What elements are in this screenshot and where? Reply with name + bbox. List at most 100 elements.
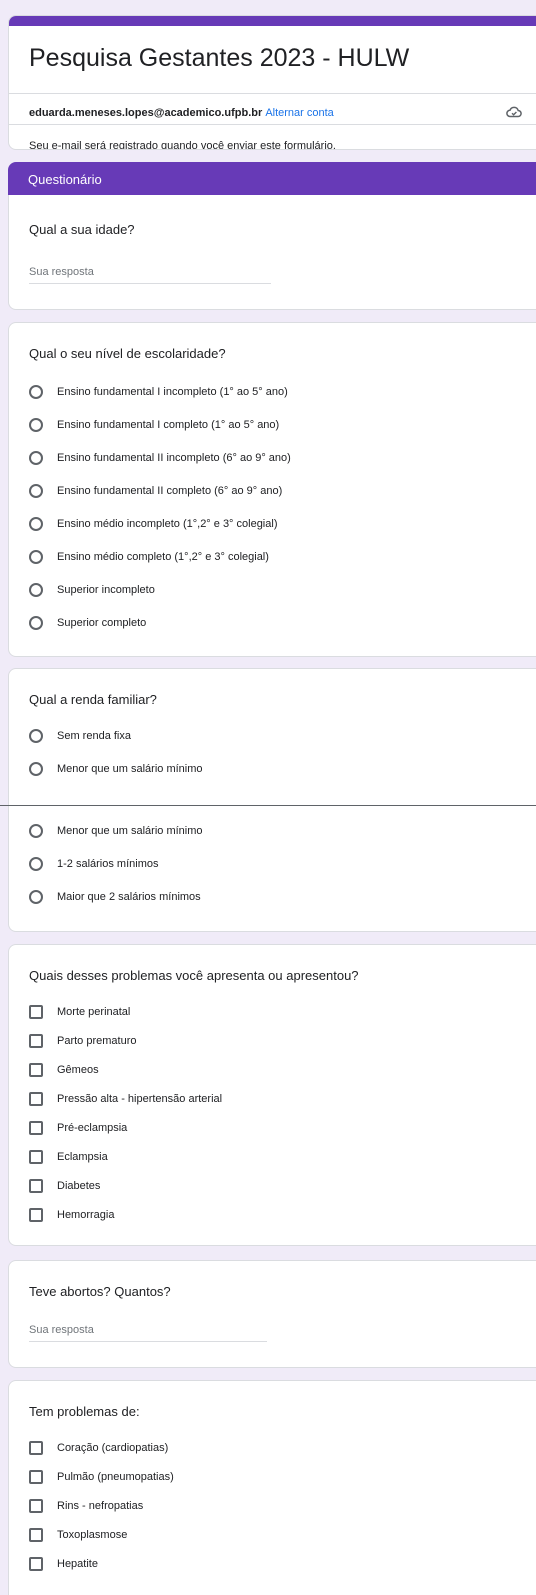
checkbox-option[interactable]: Diabetes — [29, 1177, 100, 1195]
option-label: Maior que 2 salários mínimos — [57, 891, 201, 903]
radio-option[interactable]: 1-2 salários mínimos — [29, 855, 158, 873]
option-label: Ensino médio incompleto (1°,2° e 3° cole… — [57, 518, 278, 530]
checkbox-icon[interactable] — [29, 1208, 43, 1222]
option-label: Menor que um salário mínimo — [57, 763, 203, 775]
checkbox-icon[interactable] — [29, 1150, 43, 1164]
radio-option[interactable]: Ensino fundamental II completo (6° ao 9°… — [29, 482, 282, 500]
radio-circle-icon[interactable] — [29, 550, 43, 564]
option-label: Hepatite — [57, 1558, 98, 1570]
checkbox-icon[interactable] — [29, 1470, 43, 1484]
question-label-problemas: Quais desses problemas você apresenta ou… — [29, 968, 359, 983]
option-label: Morte perinatal — [57, 1006, 131, 1018]
radio-circle-icon[interactable] — [29, 890, 43, 904]
question-card-tem-problemas: Tem problemas de: Coração (cardiopatias)… — [8, 1380, 536, 1595]
radio-circle-icon[interactable] — [29, 418, 43, 432]
checkbox-icon[interactable] — [29, 1528, 43, 1542]
checkbox-icon[interactable] — [29, 1499, 43, 1513]
radio-circle-icon[interactable] — [29, 451, 43, 465]
form-title: Pesquisa Gestantes 2023 - HULW — [29, 44, 410, 72]
radio-circle-icon[interactable] — [29, 385, 43, 399]
checkbox-icon[interactable] — [29, 1092, 43, 1106]
checkbox-option[interactable]: Coração (cardiopatias) — [29, 1439, 168, 1457]
checkbox-icon[interactable] — [29, 1557, 43, 1571]
option-label: Menor que um salário mínimo — [57, 825, 203, 837]
checkbox-option[interactable]: Pré-eclampsia — [29, 1119, 127, 1137]
option-label: Coração (cardiopatias) — [57, 1442, 169, 1454]
checkbox-icon[interactable] — [29, 1034, 43, 1048]
radio-option[interactable]: Menor que um salário mínimo — [29, 760, 203, 778]
radio-option[interactable]: Sem renda fixa — [29, 727, 131, 745]
option-label: Diabetes — [57, 1180, 101, 1192]
answer-input-abortos[interactable]: Sua resposta — [29, 1324, 94, 1336]
option-label: Rins - nefropatias — [57, 1500, 144, 1512]
radio-circle-icon[interactable] — [29, 484, 43, 498]
question-card-renda: Qual a renda familiar? Sem renda fixa Me… — [8, 668, 536, 805]
option-label: Superior completo — [57, 617, 147, 629]
header-divider — [9, 93, 536, 94]
radio-option[interactable]: Menor que um salário mínimo — [29, 822, 203, 840]
radio-circle-icon[interactable] — [29, 517, 43, 531]
question-label-renda: Qual a renda familiar? — [29, 692, 157, 707]
scroll-panel-top: Pesquisa Gestantes 2023 - HULW eduarda.m… — [0, 0, 536, 805]
answer-input-idade[interactable]: Sua resposta — [29, 266, 94, 278]
section-header: Questionário — [8, 162, 536, 196]
checkbox-option[interactable]: Hemorragia — [29, 1206, 114, 1224]
radio-circle-icon[interactable] — [29, 857, 43, 871]
radio-option[interactable]: Maior que 2 salários mínimos — [29, 888, 201, 906]
option-label: Ensino fundamental I completo (1° ao 5° … — [57, 419, 280, 431]
radio-circle-icon[interactable] — [29, 616, 43, 630]
cloud-icon[interactable] — [506, 105, 522, 124]
checkbox-option[interactable]: Pressão alta - hipertensão arterial — [29, 1090, 222, 1108]
checkbox-icon[interactable] — [29, 1121, 43, 1135]
checkbox-icon[interactable] — [29, 1441, 43, 1455]
radio-option[interactable]: Superior completo — [29, 614, 146, 632]
radio-option[interactable]: Ensino fundamental II incompleto (6° ao … — [29, 449, 291, 467]
checkbox-icon[interactable] — [29, 1179, 43, 1193]
option-label: Ensino fundamental II incompleto (6° ao … — [57, 452, 291, 464]
scroll-panel-bottom: Menor que um salário mínimo 1-2 salários… — [0, 806, 536, 1595]
radio-circle-icon[interactable] — [29, 729, 43, 743]
section-title: Questionário — [28, 172, 102, 187]
switch-account-link[interactable]: Alternar conta — [265, 107, 333, 119]
question-label-abortos: Teve abortos? Quantos? — [29, 1284, 171, 1299]
form-accent-bar — [9, 16, 536, 26]
checkbox-option[interactable]: Hepatite — [29, 1555, 98, 1573]
checkbox-option[interactable]: Gêmeos — [29, 1061, 99, 1079]
radio-circle-icon[interactable] — [29, 583, 43, 597]
option-label: Eclampsia — [57, 1151, 108, 1163]
option-label: Sem renda fixa — [57, 730, 131, 742]
radio-option[interactable]: Ensino fundamental I completo (1° ao 5° … — [29, 416, 279, 434]
option-label: Toxoplasmose — [57, 1529, 128, 1541]
option-label: Pulmão (pneumopatias) — [57, 1471, 174, 1483]
checkbox-option[interactable]: Parto prematuro — [29, 1032, 136, 1050]
question-card-escolaridade: Qual o seu nível de escolaridade? Ensino… — [8, 322, 536, 657]
checkbox-option[interactable]: Toxoplasmose — [29, 1526, 127, 1544]
option-label: Ensino fundamental I incompleto (1° ao 5… — [57, 386, 288, 398]
option-label: Ensino médio completo (1°,2° e 3° colegi… — [57, 551, 269, 563]
question-label-tem-problemas: Tem problemas de: — [29, 1404, 140, 1419]
checkbox-option[interactable]: Pulmão (pneumopatias) — [29, 1468, 174, 1486]
checkbox-option[interactable]: Rins - nefropatias — [29, 1497, 143, 1515]
option-label: Ensino fundamental II completo (6° ao 9°… — [57, 485, 283, 497]
checkbox-option[interactable]: Morte perinatal — [29, 1003, 130, 1021]
question-label-idade: Qual a sua idade? — [29, 222, 135, 237]
option-label: Superior incompleto — [57, 584, 155, 596]
checkbox-option[interactable]: Eclampsia — [29, 1148, 108, 1166]
checkbox-icon[interactable] — [29, 1063, 43, 1077]
radio-option[interactable]: Ensino médio incompleto (1°,2° e 3° cole… — [29, 515, 277, 533]
checkbox-icon[interactable] — [29, 1005, 43, 1019]
option-label: 1-2 salários mínimos — [57, 858, 159, 870]
question-card-renda-continued: Menor que um salário mínimo 1-2 salários… — [8, 806, 536, 932]
question-label-escolaridade: Qual o seu nível de escolaridade? — [29, 346, 226, 361]
radio-circle-icon[interactable] — [29, 824, 43, 838]
email-note: Seu e-mail será registrado quando você e… — [29, 140, 336, 150]
option-label: Pressão alta - hipertensão arterial — [57, 1093, 223, 1105]
radio-option[interactable]: Superior incompleto — [29, 581, 155, 599]
radio-option[interactable]: Ensino médio completo (1°,2° e 3° colegi… — [29, 548, 269, 566]
form-header-card: Pesquisa Gestantes 2023 - HULW eduarda.m… — [8, 15, 536, 150]
option-label: Gêmeos — [57, 1064, 99, 1076]
radio-circle-icon[interactable] — [29, 762, 43, 776]
radio-option[interactable]: Ensino fundamental I incompleto (1° ao 5… — [29, 383, 288, 401]
question-card-problemas: Quais desses problemas você apresenta ou… — [8, 944, 536, 1246]
answer-underline-idade — [29, 283, 271, 284]
